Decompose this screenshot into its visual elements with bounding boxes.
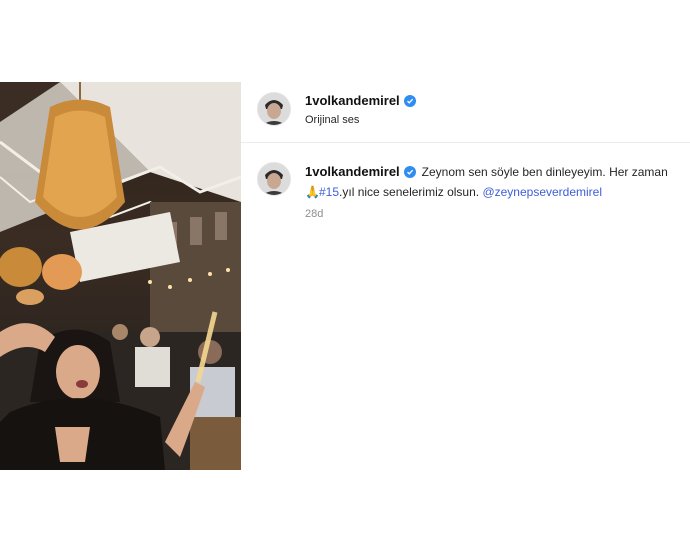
- divider: [241, 142, 690, 143]
- profile-photo-icon: [258, 93, 290, 125]
- caption-text-line1: Zeynom sen söyle ben dinleyeyim. Her zam…: [421, 165, 668, 179]
- caption-comment: 1volkandemirel Zeynom sen söyle ben dinl…: [257, 162, 690, 224]
- instagram-post-frame: 1volkandemirel Orijinal ses 1volkandemir…: [0, 82, 690, 470]
- post-username[interactable]: 1volkandemirel: [305, 93, 416, 108]
- verified-badge-icon: [403, 94, 416, 107]
- post-photo[interactable]: [0, 82, 241, 470]
- post-header: 1volkandemirel Orijinal ses: [257, 92, 416, 126]
- comment-avatar[interactable]: [257, 162, 291, 196]
- caption-username-text[interactable]: 1volkandemirel: [305, 162, 400, 182]
- mention-link[interactable]: @zeynepseverdemirel: [482, 185, 602, 199]
- post-side-panel: 1volkandemirel Orijinal ses 1volkandemir…: [241, 82, 690, 470]
- hashtag-link[interactable]: #15: [319, 185, 339, 199]
- avatar[interactable]: [257, 92, 291, 126]
- username-text[interactable]: 1volkandemirel: [305, 93, 400, 108]
- original-audio-link[interactable]: Orijinal ses: [305, 114, 416, 126]
- restaurant-photo-illustration: [0, 82, 241, 470]
- caption-username[interactable]: 1volkandemirel: [305, 162, 416, 182]
- caption-timestamp[interactable]: 28d: [305, 204, 668, 224]
- praying-hands-icon: 🙏: [305, 185, 320, 199]
- profile-photo-icon: [258, 163, 290, 195]
- caption-body: 1volkandemirel Zeynom sen söyle ben dinl…: [305, 162, 668, 224]
- verified-badge-icon: [403, 166, 416, 178]
- caption-text-line2: .yıl nice senelerimiz olsun.: [339, 185, 480, 199]
